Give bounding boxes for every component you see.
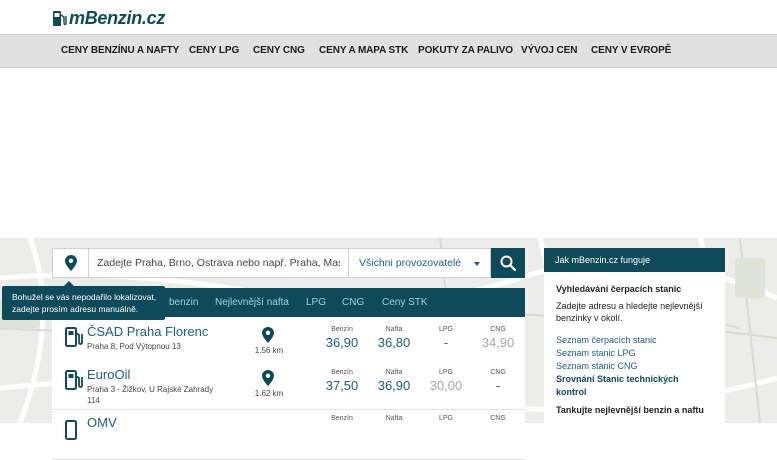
logo-text: mBenzin.cz: [69, 7, 166, 28]
price-nafta: Nafta 36,80: [372, 326, 416, 350]
nav-vyvoj-cen[interactable]: VÝVOJ CEN: [521, 45, 577, 56]
tooltip-line: zadejte prosím adresu manuálně.: [12, 304, 139, 314]
location-pin-icon: [262, 327, 274, 343]
location-pin-icon: [64, 255, 77, 271]
price-nafta: Nafta 36,90: [372, 369, 416, 393]
station-row[interactable]: ČSAD Praha Florenc Praha 8, Pod Výtopnou…: [52, 318, 525, 367]
price-benzin: Benzín: [320, 415, 364, 422]
logo[interactable]: mBenzin.cz: [52, 8, 165, 28]
station-distance: 1.62 km: [254, 389, 284, 398]
price-cng: CNG 34,90: [476, 326, 520, 350]
nav-ceny-lpg[interactable]: CENY LPG: [189, 45, 239, 56]
price-cng: CNG: [476, 415, 520, 422]
price-label: Nafta: [385, 326, 403, 333]
nav-ceny-benzinu-a-nafty[interactable]: CENY BENZÍNU A NAFTY: [61, 45, 179, 56]
price-value: 36,80: [377, 335, 411, 350]
chevron-down-icon: [474, 262, 480, 266]
price-value: 36,90: [377, 378, 411, 393]
price-value: 36,90: [325, 335, 359, 350]
info-heading: Vyhledávání čerpacích stanic: [556, 284, 682, 294]
price-benzin: Benzín 37,50: [320, 369, 364, 393]
info-sidebar: Jak mBenzin.cz funguje Vyhledávání čerpa…: [544, 248, 725, 423]
tab-ceny-stk[interactable]: Ceny STK: [382, 297, 428, 308]
tab-benzin[interactable]: benzin: [169, 297, 198, 308]
price-label: Benzín: [331, 415, 353, 422]
price-label: Nafta: [385, 415, 403, 422]
station-name[interactable]: ČSAD Praha Florenc: [87, 324, 208, 339]
price-benzin: Benzín 36,90: [320, 326, 364, 350]
station-row[interactable]: OMV Benzín Nafta LPG CNG: [52, 411, 525, 460]
price-value: 34,90: [481, 335, 515, 350]
info-header[interactable]: Jak mBenzin.cz funguje: [544, 248, 725, 272]
link-seznam-stanic-cng[interactable]: Seznam stanic CNG: [556, 360, 725, 373]
price-label: Benzín: [331, 369, 353, 376]
link-srovnani-stk[interactable]: Srovnání Stanic technických kontrol: [556, 373, 706, 399]
location-error-tooltip: Bohužel se vás nepodařilo lokalizovat, z…: [2, 281, 165, 320]
station-address: Praha 8, Pod Výtopnou 13: [87, 342, 181, 351]
nav-pokuty-za-palivo[interactable]: POKUTY ZA PALIVO: [418, 45, 513, 56]
station-address: Praha 3 - Žižkov, U Rajské Zahrady 114: [87, 385, 214, 405]
price-nafta: Nafta: [372, 415, 416, 422]
search-button[interactable]: [491, 248, 525, 278]
ad-space: [0, 68, 777, 238]
search-input[interactable]: [88, 248, 349, 278]
link-seznam-cerpacich-stanic[interactable]: Seznam čerpacích stanic: [556, 334, 725, 347]
search-bar: Všichni provozovatelé: [52, 248, 525, 278]
price-value: 30,00: [429, 378, 463, 393]
info-body: Vyhledávání čerpacích stanic Zadejte adr…: [544, 272, 725, 415]
price-cng: CNG -: [476, 369, 520, 393]
tab-lpg[interactable]: LPG: [306, 297, 326, 308]
fuel-pump-icon: [65, 327, 83, 347]
station-name[interactable]: EuroOil: [87, 367, 130, 382]
price-lpg: LPG 30,00: [424, 369, 468, 393]
price-value: -: [443, 335, 449, 350]
locate-me-button[interactable]: [52, 248, 88, 278]
price-label: LPG: [438, 326, 453, 333]
provider-select[interactable]: Všichni provozovatelé: [349, 248, 491, 278]
price-value: 37,50: [325, 378, 359, 393]
tab-nejlevnejsi-nafta[interactable]: Nejlevnější nafta: [215, 297, 289, 308]
price-label: CNG: [490, 415, 506, 422]
info-text: Zadejte adresu a hledejte nejlevnější be…: [556, 301, 703, 323]
site-header: mBenzin.cz: [0, 0, 777, 34]
tooltip-line: Bohužel se vás nepodařilo lokalizovat,: [12, 292, 157, 302]
price-label: LPG: [438, 369, 453, 376]
fuel-pump-icon: [65, 420, 77, 440]
nav-ceny-v-evrope[interactable]: CENY V EVROPĚ: [591, 45, 671, 56]
tab-cng[interactable]: CNG: [342, 297, 364, 308]
station-distance: 1.56 km: [254, 346, 284, 355]
price-label: Nafta: [385, 369, 403, 376]
price-label: Benzín: [331, 326, 353, 333]
price-lpg: LPG: [424, 415, 468, 422]
price-label: CNG: [490, 326, 506, 333]
price-label: CNG: [490, 369, 506, 376]
station-row[interactable]: EuroOil Praha 3 - Žižkov, U Rajské Zahra…: [52, 361, 525, 410]
nav-ceny-cng[interactable]: CENY CNG: [253, 45, 305, 56]
search-icon: [500, 255, 516, 271]
info-links: Seznam čerpacích stanic Seznam stanic LP…: [556, 334, 725, 399]
price-value: -: [495, 378, 501, 393]
location-pin-icon: [262, 370, 274, 386]
price-lpg: LPG -: [424, 326, 468, 350]
main-nav: CENY BENZÍNU A NAFTY CENY LPG CENY CNG C…: [0, 34, 777, 68]
link-seznam-stanic-lpg[interactable]: Seznam stanic LPG: [556, 347, 725, 360]
nav-ceny-a-mapa-stk[interactable]: CENY A MAPA STK: [319, 45, 408, 56]
info-heading-2: Tankujte nejlevnější benzin a naftu: [556, 405, 704, 415]
fuel-pump-icon: [53, 10, 67, 26]
fuel-pump-icon: [65, 370, 83, 390]
provider-select-value: Všichni provozovatelé: [359, 257, 462, 269]
price-label: LPG: [438, 415, 453, 422]
